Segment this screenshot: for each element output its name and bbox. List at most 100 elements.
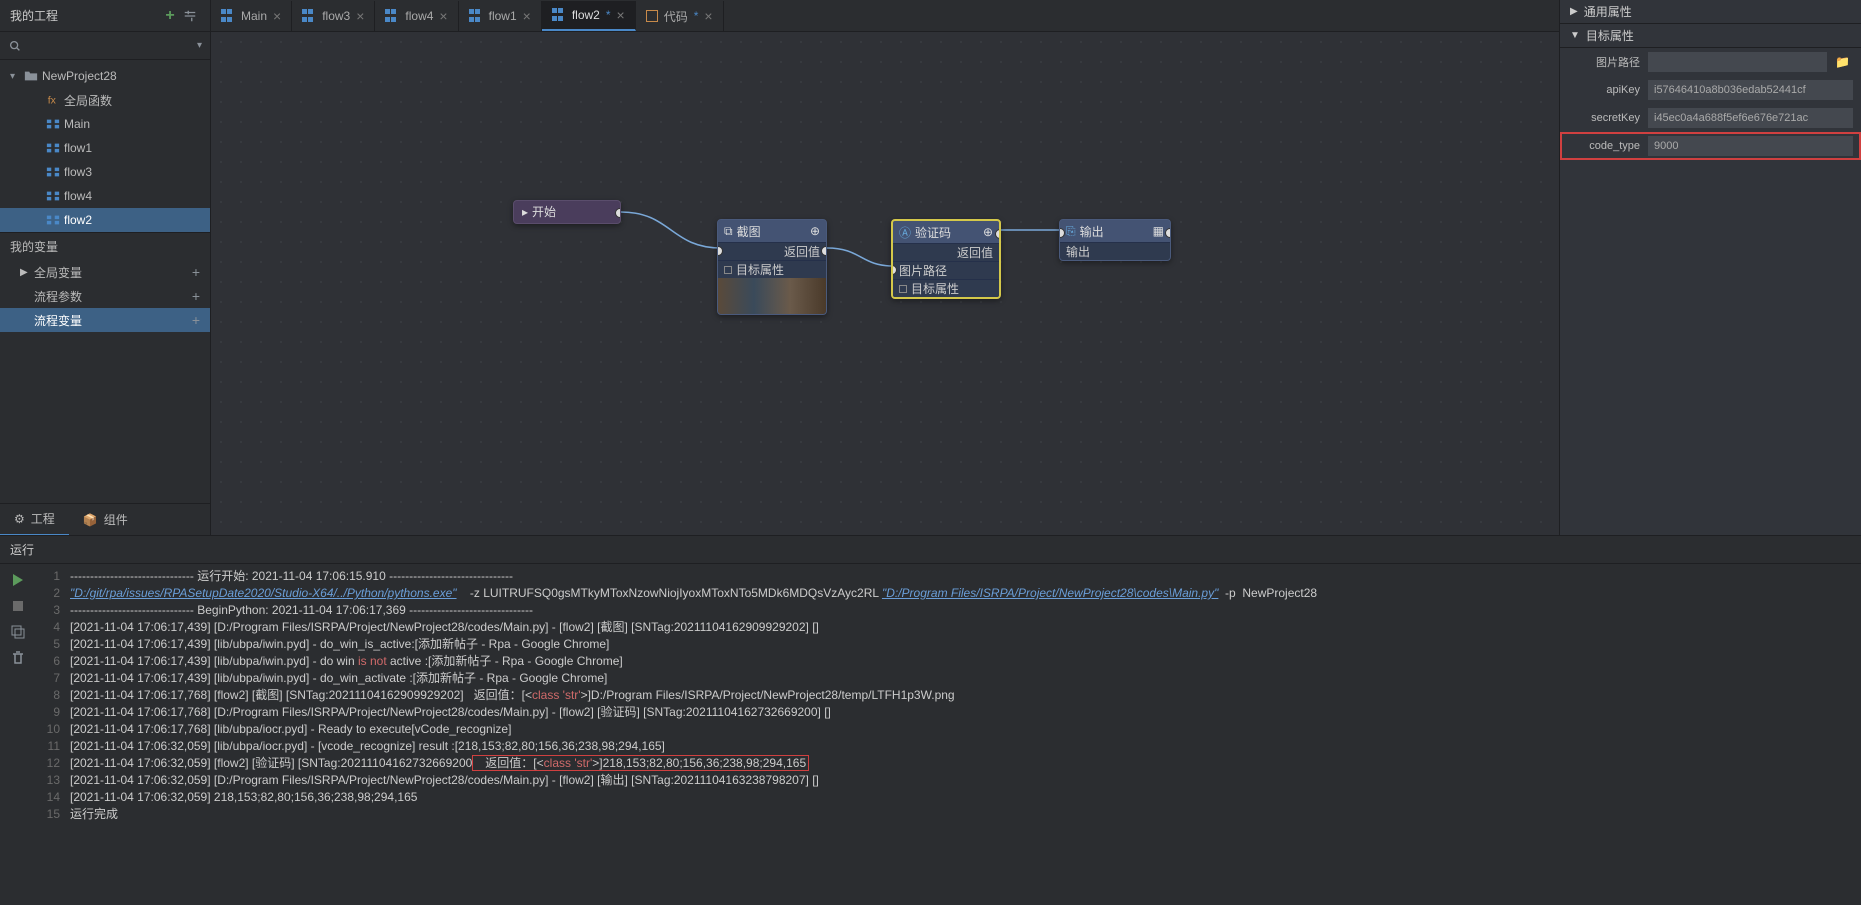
copy-icon[interactable]	[10, 624, 26, 640]
var-label: 流程参数	[34, 288, 82, 305]
console-line: 13[2021-11-04 17:06:32,059] [D:/Program …	[36, 772, 1861, 789]
vars-header: 我的变量	[0, 232, 210, 260]
verify-icon: Ⓐ	[899, 224, 911, 241]
add-icon[interactable]: +	[160, 6, 180, 26]
close-icon[interactable]: ×	[273, 8, 281, 24]
tree-item[interactable]: Main	[0, 112, 210, 136]
port-out[interactable]	[821, 246, 827, 256]
node-menu-icon[interactable]: ⊕	[983, 225, 993, 239]
collapse-icon[interactable]	[180, 6, 200, 26]
console-output[interactable]: 1------------------------------- 运行开始: 2…	[36, 564, 1861, 905]
tab-label: 代码	[664, 8, 688, 25]
var-label: 全局变量	[34, 264, 82, 281]
run-header: 运行	[0, 536, 1861, 564]
var-row[interactable]: ▶全局变量+	[0, 260, 210, 284]
canvas[interactable]: ▸开始 ⧉截图⊕ 返回值 目标属性 Ⓐ验证码⊕ 返回值 图片路径 目标属性	[211, 32, 1559, 535]
prop-input[interactable]	[1648, 136, 1853, 156]
tree-item[interactable]: flow4	[0, 184, 210, 208]
prop-row: 图片路径 📁	[1560, 48, 1861, 76]
var-row[interactable]: 流程参数 +	[0, 284, 210, 308]
tab-label: flow4	[405, 9, 433, 23]
node-menu-icon[interactable]: ▦	[1153, 224, 1164, 238]
prop-input[interactable]	[1648, 108, 1853, 128]
line-number: 2	[36, 585, 70, 602]
node-capture[interactable]: ⧉截图⊕ 返回值 目标属性	[717, 219, 827, 315]
console-line: 5[2021-11-04 17:06:17,439] [lib/ubpa/iwi…	[36, 636, 1861, 653]
chevron-down-icon[interactable]: ▾	[197, 40, 202, 51]
port-out[interactable]	[995, 229, 1001, 239]
editor-tab[interactable]: flow1×	[459, 1, 542, 31]
tab-label: flow3	[322, 9, 350, 23]
var-label: 流程变量	[34, 312, 82, 329]
tree-item[interactable]: fx全局函数	[0, 88, 210, 112]
tree-item[interactable]: flow1	[0, 136, 210, 160]
prop-label: 图片路径	[1568, 54, 1640, 70]
add-icon[interactable]: +	[192, 288, 200, 304]
line-number: 7	[36, 670, 70, 687]
left-tab[interactable]: ⚙ 工程	[0, 504, 69, 536]
port-out[interactable]	[1165, 228, 1171, 238]
properties-panel: ▶通用属性 ▼目标属性 图片路径 📁 apiKey secretKey code_typ…	[1559, 0, 1861, 535]
tree-item-label: flow3	[64, 165, 92, 179]
editor-tab[interactable]: Main×	[211, 1, 292, 31]
tree-item[interactable]: flow2	[0, 208, 210, 232]
close-icon[interactable]: ×	[439, 8, 447, 24]
trash-icon[interactable]	[10, 650, 26, 666]
port-out[interactable]	[615, 208, 621, 218]
expand-icon[interactable]	[724, 266, 732, 274]
var-row[interactable]: 流程变量 +	[0, 308, 210, 332]
console-line: 6[2021-11-04 17:06:17,439] [lib/ubpa/iwi…	[36, 653, 1861, 670]
left-tabbar: ⚙ 工程 📦组件	[0, 503, 210, 535]
search-row[interactable]: ▾	[0, 32, 210, 60]
folder-icon[interactable]: 📁	[1835, 55, 1853, 69]
tree-item-label: flow2	[64, 213, 92, 227]
general-props-header[interactable]: ▶通用属性	[1560, 0, 1861, 24]
prop-label: secretKey	[1568, 112, 1640, 124]
svg-text:fx: fx	[48, 95, 57, 107]
node-menu-icon[interactable]: ⊕	[810, 224, 820, 238]
line-number: 15	[36, 806, 70, 823]
search-icon	[8, 39, 22, 53]
pkg-icon: 📦	[83, 513, 98, 527]
editor-tab[interactable]: 代码 * ×	[636, 1, 724, 31]
expand-icon[interactable]	[899, 285, 907, 293]
editor-tab[interactable]: flow3 ×	[292, 1, 375, 31]
prop-row: code_type	[1560, 132, 1861, 160]
console-line: 4[2021-11-04 17:06:17,439] [D:/Program F…	[36, 619, 1861, 636]
node-verify[interactable]: Ⓐ验证码⊕ 返回值 图片路径 目标属性	[891, 219, 1001, 299]
console-line: 3------------------------------- BeginPy…	[36, 602, 1861, 619]
prop-input[interactable]	[1648, 80, 1853, 100]
stop-icon[interactable]	[10, 598, 26, 614]
close-icon[interactable]: ×	[523, 8, 531, 24]
console-line: 9[2021-11-04 17:06:17,768] [D:/Program F…	[36, 704, 1861, 721]
modified-icon: *	[694, 9, 699, 23]
line-number: 9	[36, 704, 70, 721]
console-line: 2"D:/git/rpa/issues/RPASetupDate2020/Stu…	[36, 585, 1861, 602]
add-icon[interactable]: +	[192, 312, 200, 328]
editor-tab[interactable]: flow4 ×	[375, 1, 458, 31]
close-icon[interactable]: ×	[704, 8, 712, 24]
flow-icon	[302, 9, 316, 23]
node-output[interactable]: ⎘输出▦ 输出	[1059, 219, 1171, 261]
gear-icon: ⚙	[14, 512, 25, 526]
tree-item[interactable]: flow3	[0, 160, 210, 184]
console-line: 11[2021-11-04 17:06:32,059] [lib/ubpa/io…	[36, 738, 1861, 755]
play-icon[interactable]	[10, 572, 26, 588]
prop-input[interactable]	[1648, 52, 1827, 72]
editor-tabbar: Main×flow3×flow4×flow1×flow2*×代码*×	[211, 0, 1559, 32]
tree-item-label: flow4	[64, 189, 92, 203]
prop-row: apiKey	[1560, 76, 1861, 104]
left-tab[interactable]: 📦组件	[69, 504, 142, 536]
console-line: 8[2021-11-04 17:06:17,768] [flow2] [截图] …	[36, 687, 1861, 704]
tree-root[interactable]: ▾ NewProject28	[0, 64, 210, 88]
start-icon: ▸	[522, 201, 528, 223]
line-number: 11	[36, 738, 70, 755]
add-icon[interactable]: +	[192, 264, 200, 280]
console-line: 7[2021-11-04 17:06:17,439] [lib/ubpa/iwi…	[36, 670, 1861, 687]
close-icon[interactable]: ×	[356, 8, 364, 24]
node-start[interactable]: ▸开始	[513, 200, 621, 224]
left-tab-label: 工程	[31, 510, 55, 527]
target-props-header[interactable]: ▼目标属性	[1560, 24, 1861, 48]
close-icon[interactable]: ×	[617, 7, 625, 23]
editor-tab[interactable]: flow2*×	[542, 1, 636, 31]
